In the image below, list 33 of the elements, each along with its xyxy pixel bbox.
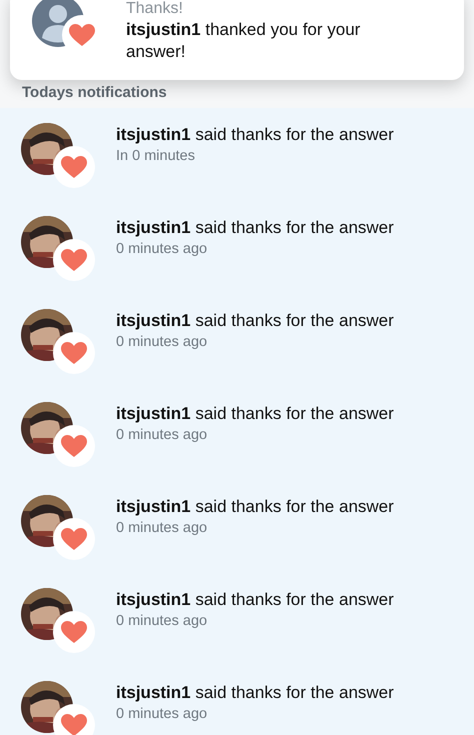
section-heading: Todays notifications — [22, 84, 167, 101]
heart-icon — [61, 434, 87, 458]
heart-icon — [69, 24, 95, 46]
notification-time: In 0 minutes — [116, 148, 196, 164]
notification-text: itsjustin1 said thanks for the answer — [116, 310, 394, 332]
notification-text: itsjustin1 said thanks for the answer — [116, 682, 394, 704]
heart-icon — [61, 156, 87, 178]
heart-icon — [61, 248, 87, 272]
notification-row[interactable]: itsjustin1 said thanks for the answer 0 minutes ago — [0, 294, 474, 387]
notification-text: itsjustin1 said thanks for the answer — [116, 403, 394, 425]
notification-text: itsjustin1 said thanks for the answer — [116, 496, 394, 518]
notification-text: itsjustin1 said thanks for the answer — [116, 217, 394, 239]
notification-time: 0 minutes ago — [116, 427, 208, 443]
notification-time: 0 minutes ago — [116, 520, 208, 536]
notification-row[interactable]: itsjustin1 said thanks for the answer 0 minutes ago — [0, 666, 474, 735]
notification-time: 0 minutes ago — [116, 241, 208, 257]
notification-time: 0 minutes ago — [116, 334, 208, 350]
toast-message: itsjustin1 thanked you for your answer! — [126, 19, 362, 63]
toast-title: Thanks! — [126, 0, 184, 18]
notification-text: itsjustin1 said thanks for the answer — [116, 124, 394, 146]
notification-time: 0 minutes ago — [116, 613, 208, 629]
heart-icon — [61, 342, 87, 364]
notification-row[interactable]: itsjustin1 said thanks for the answer 0 minutes ago — [0, 480, 474, 573]
notification-toast[interactable]: Thanks! itsjustin1 thanked you for your answer! — [10, 0, 464, 80]
heart-icon — [61, 714, 87, 735]
notification-row[interactable]: itsjustin1 said thanks for the answer 0 minutes ago — [0, 201, 474, 294]
heart-icon — [61, 528, 87, 550]
heart-icon — [61, 620, 87, 644]
notification-time: 0 minutes ago — [116, 706, 208, 722]
notification-row[interactable]: itsjustin1 said thanks for the answer 0 minutes ago — [0, 387, 474, 480]
notification-row[interactable]: itsjustin1 said thanks for the answer In 0 minutes — [0, 108, 474, 201]
notification-row[interactable]: itsjustin1 said thanks for the answer 0 minutes ago — [0, 573, 474, 666]
notification-text: itsjustin1 said thanks for the answer — [116, 589, 394, 611]
